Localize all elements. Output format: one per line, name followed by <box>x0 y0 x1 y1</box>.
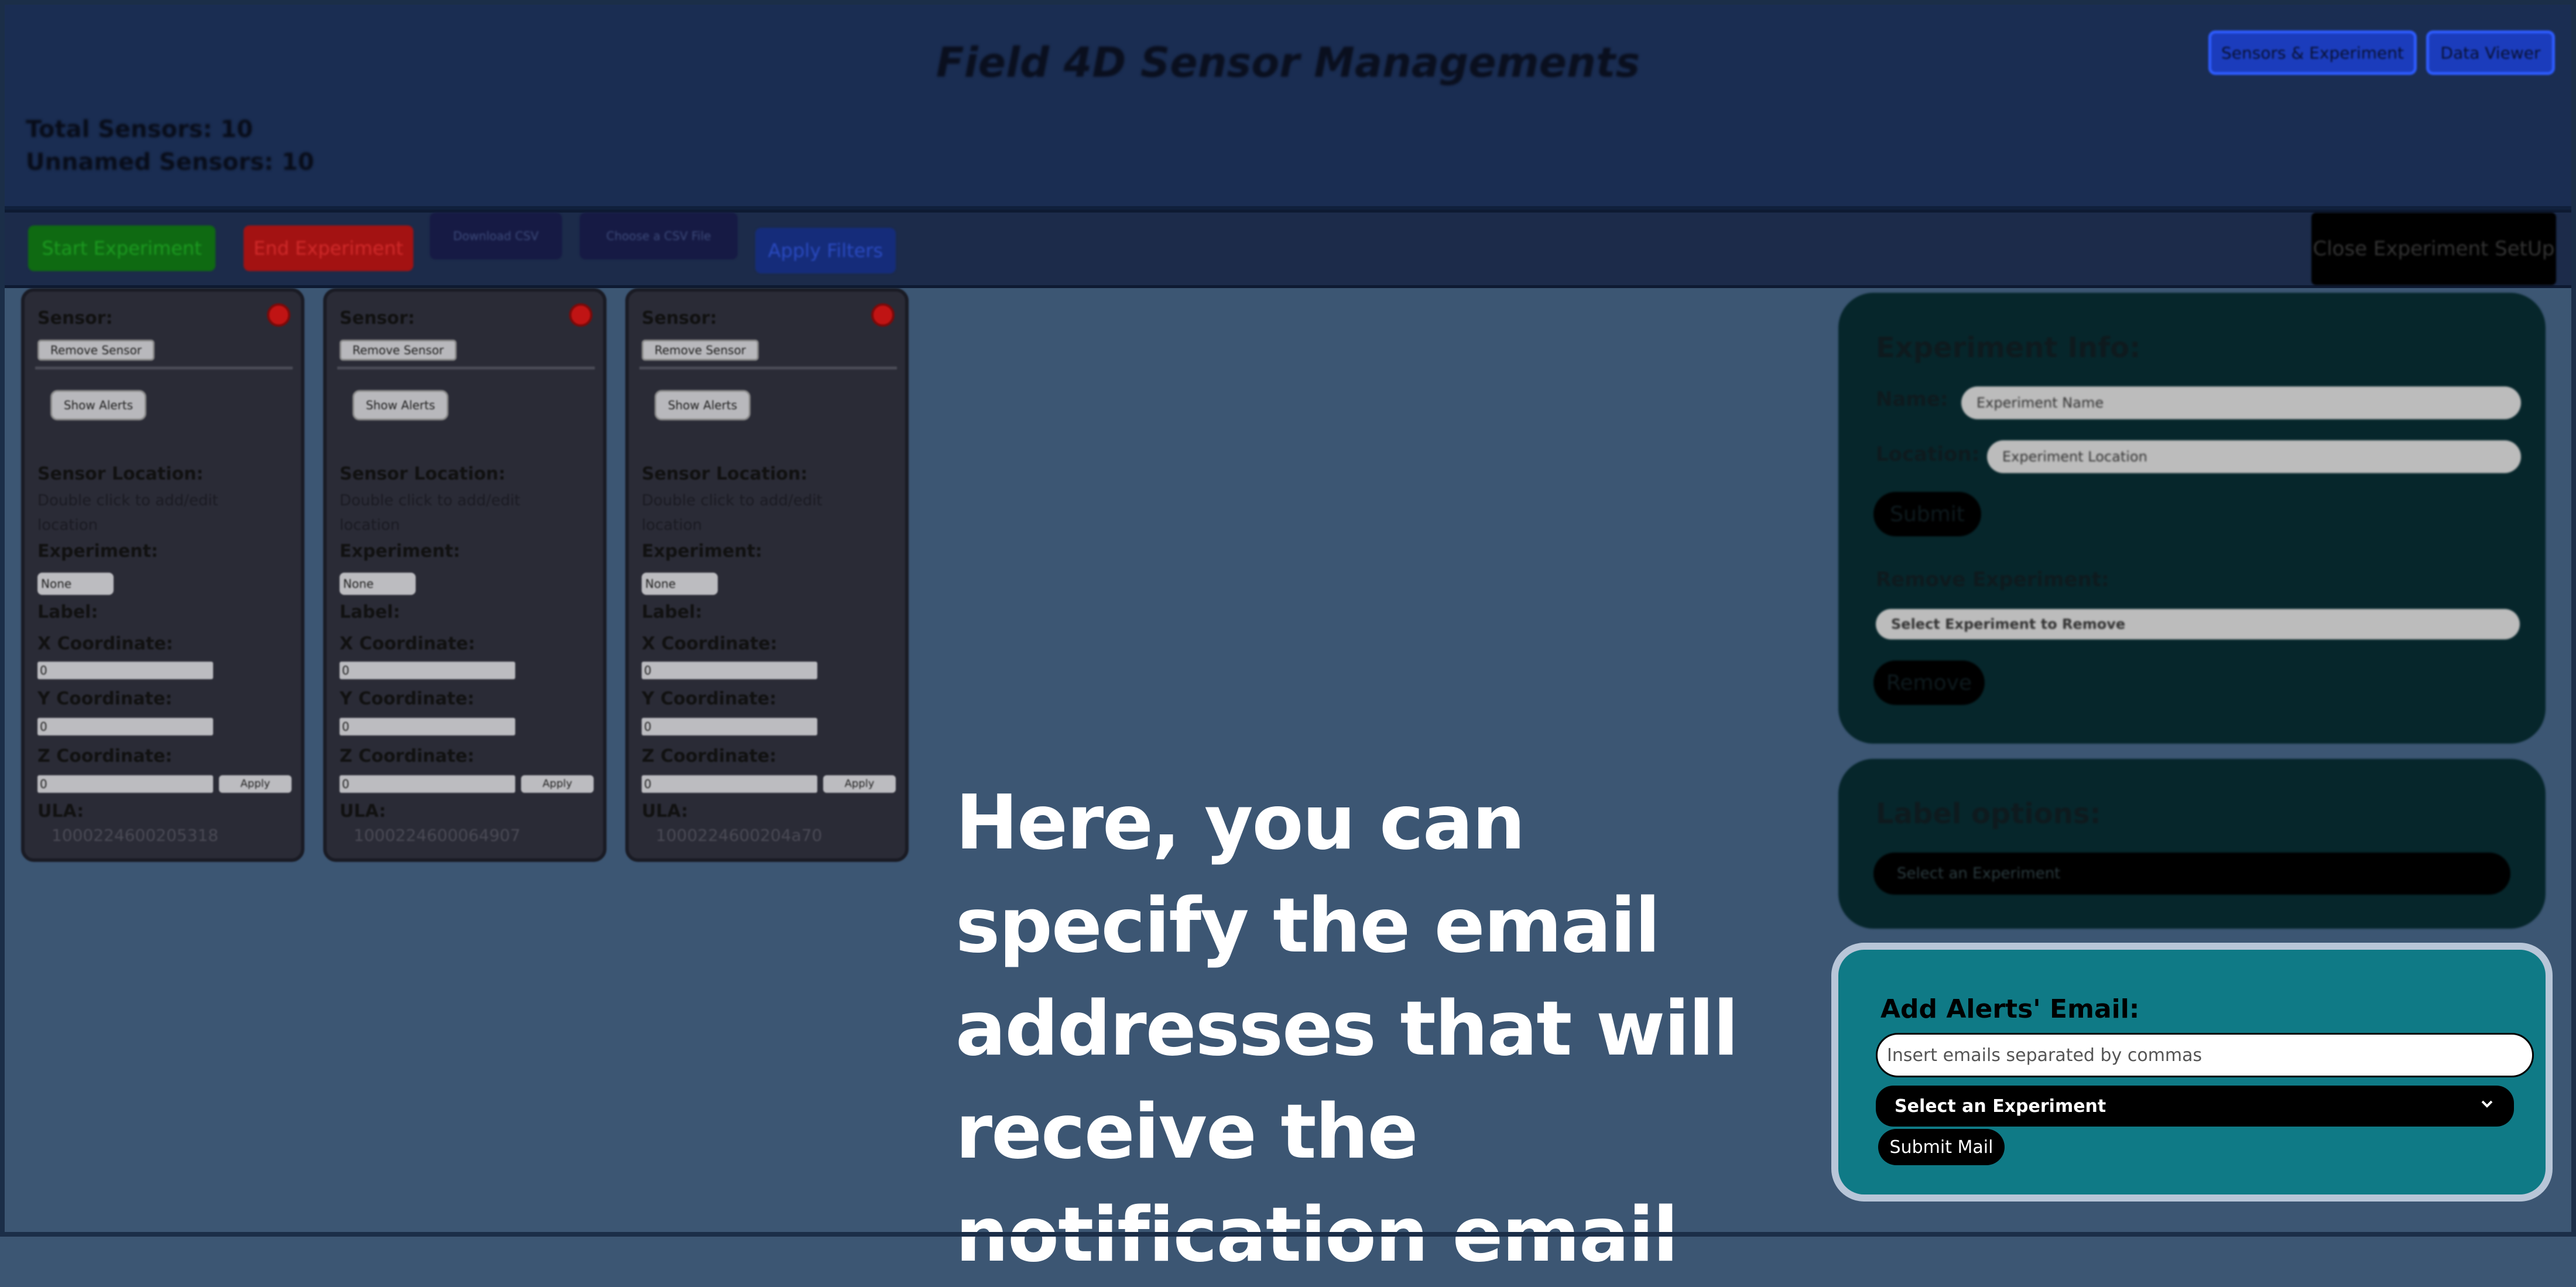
sensor-status-indicator <box>871 303 895 327</box>
header: Field 4D Sensor Managements Total Sensor… <box>5 5 2571 210</box>
alerts-email-title: Add Alerts' Email: <box>1880 994 2140 1024</box>
chevron-down-icon <box>2479 1096 2495 1117</box>
experiment-select[interactable]: None <box>340 573 416 595</box>
x-coordinate-label: X Coordinate: <box>37 634 173 654</box>
card-divider <box>35 367 293 369</box>
close-experiment-setup-button[interactable]: Close Experiment SetUp <box>2311 213 2556 285</box>
ula-label: ULA: <box>340 801 386 822</box>
alerts-email-input[interactable] <box>1876 1033 2534 1077</box>
card-divider <box>639 367 897 369</box>
label-label: Label: <box>340 602 400 622</box>
download-csv-button[interactable]: Download CSV <box>430 213 562 259</box>
apply-coordinates-button[interactable]: Apply <box>219 775 292 793</box>
ula-label: ULA: <box>37 801 84 822</box>
apply-coordinates-button[interactable]: Apply <box>521 775 594 793</box>
y-coordinate-label: Y Coordinate: <box>37 689 173 709</box>
sensor-location-hint[interactable]: Double click to add/edit location <box>642 488 876 538</box>
ula-value: 1000224600205318 <box>52 826 219 845</box>
submit-experiment-button[interactable]: Submit <box>1873 492 1981 536</box>
x-coordinate-label: X Coordinate: <box>642 634 777 654</box>
sensor-location-label: Sensor Location: <box>340 464 506 484</box>
x-coordinate-input[interactable]: 0 <box>37 662 213 679</box>
sensor-location-hint[interactable]: Double click to add/edit location <box>340 488 574 538</box>
submit-mail-button[interactable]: Submit Mail <box>1878 1129 2005 1165</box>
alerts-experiment-select-value: Select an Experiment <box>1895 1096 2106 1117</box>
experiment-select[interactable]: None <box>642 573 718 595</box>
apply-filters-button[interactable]: Apply Filters <box>755 228 896 273</box>
show-alerts-button[interactable]: Show Alerts <box>655 390 751 420</box>
ula-value: 1000224600064907 <box>354 826 521 845</box>
experiment-name-input[interactable]: Experiment Name <box>1961 386 2521 419</box>
y-coordinate-input[interactable]: 0 <box>340 718 515 735</box>
experiment-info-heading: Experiment Info: <box>1876 331 2141 364</box>
z-coordinate-label: Z Coordinate: <box>340 746 475 766</box>
label-options-panel: Label options: Select an Experiment <box>1838 759 2546 929</box>
show-alerts-button[interactable]: Show Alerts <box>352 390 448 420</box>
card-divider <box>337 367 595 369</box>
x-coordinate-label: X Coordinate: <box>340 634 475 654</box>
x-coordinate-input[interactable]: 0 <box>642 662 817 679</box>
remove-sensor-button[interactable]: Remove Sensor <box>340 340 457 361</box>
page-title: Field 4D Sensor Managements <box>936 39 1640 87</box>
x-coordinate-input[interactable]: 0 <box>340 662 515 679</box>
label-label: Label: <box>642 602 703 622</box>
sensor-card: Sensor: Remove Sensor Show Alerts Sensor… <box>323 288 607 862</box>
show-alerts-button[interactable]: Show Alerts <box>50 390 146 420</box>
sensor-title: Sensor: <box>642 308 717 328</box>
z-coordinate-input[interactable]: 0 <box>642 775 817 793</box>
choose-csv-button[interactable]: Choose a CSV File <box>580 213 738 259</box>
experiment-label: Experiment: <box>37 541 159 562</box>
sensor-status-indicator <box>569 303 592 327</box>
remove-experiment-label: Remove Experiment: <box>1876 568 2109 591</box>
sensor-status-indicator <box>267 303 290 327</box>
experiment-info-panel: Experiment Info: Name: Experiment Name L… <box>1838 293 2546 744</box>
experiment-label: Experiment: <box>340 541 461 562</box>
label-options-heading: Label options: <box>1876 797 2101 830</box>
experiment-location-label: Location: <box>1876 443 1980 466</box>
label-experiment-select[interactable]: Select an Experiment <box>1873 853 2510 895</box>
sensor-title: Sensor: <box>340 308 415 328</box>
remove-experiment-select[interactable]: Select Experiment to Remove <box>1876 609 2520 639</box>
y-coordinate-input[interactable]: 0 <box>642 718 817 735</box>
sensor-card: Sensor: Remove Sensor Show Alerts Sensor… <box>21 288 304 862</box>
label-label: Label: <box>37 602 98 622</box>
ula-value: 1000224600204a70 <box>656 826 823 845</box>
sensor-location-hint[interactable]: Double click to add/edit location <box>37 488 272 538</box>
nav-sensors-experiment-button[interactable]: Sensors & Experiment <box>2208 30 2417 75</box>
z-coordinate-label: Z Coordinate: <box>37 746 173 766</box>
experiment-select[interactable]: None <box>37 573 114 595</box>
remove-experiment-button[interactable]: Remove <box>1873 660 1985 705</box>
z-coordinate-input[interactable]: 0 <box>37 775 213 793</box>
alerts-email-panel: Add Alerts' Email: Select an Experiment … <box>1831 943 2553 1202</box>
z-coordinate-input[interactable]: 0 <box>340 775 515 793</box>
tutorial-caption: Here, you can specify the email addresse… <box>955 779 1739 1279</box>
toolbar: Start Experiment End Experiment Download… <box>5 210 2571 288</box>
unnamed-sensors: Unnamed Sensors: 10 <box>26 149 314 176</box>
sensor-title: Sensor: <box>37 308 113 328</box>
total-sensors: Total Sensors: 10 <box>26 116 254 143</box>
remove-sensor-button[interactable]: Remove Sensor <box>642 340 759 361</box>
sensor-location-label: Sensor Location: <box>642 464 808 484</box>
y-coordinate-label: Y Coordinate: <box>642 689 777 709</box>
y-coordinate-input[interactable]: 0 <box>37 718 213 735</box>
nav-data-viewer-button[interactable]: Data Viewer <box>2426 30 2555 75</box>
alerts-experiment-select[interactable]: Select an Experiment <box>1876 1086 2514 1127</box>
start-experiment-button[interactable]: Start Experiment <box>28 225 215 271</box>
ula-label: ULA: <box>642 801 688 822</box>
z-coordinate-label: Z Coordinate: <box>642 746 777 766</box>
remove-sensor-button[interactable]: Remove Sensor <box>37 340 155 361</box>
apply-coordinates-button[interactable]: Apply <box>823 775 896 793</box>
experiment-name-label: Name: <box>1876 388 1948 411</box>
end-experiment-button[interactable]: End Experiment <box>244 225 413 271</box>
experiment-location-input[interactable]: Experiment Location <box>1987 440 2521 473</box>
y-coordinate-label: Y Coordinate: <box>340 689 475 709</box>
sensor-location-label: Sensor Location: <box>37 464 204 484</box>
experiment-label: Experiment: <box>642 541 763 562</box>
sensor-card: Sensor: Remove Sensor Show Alerts Sensor… <box>625 288 909 862</box>
